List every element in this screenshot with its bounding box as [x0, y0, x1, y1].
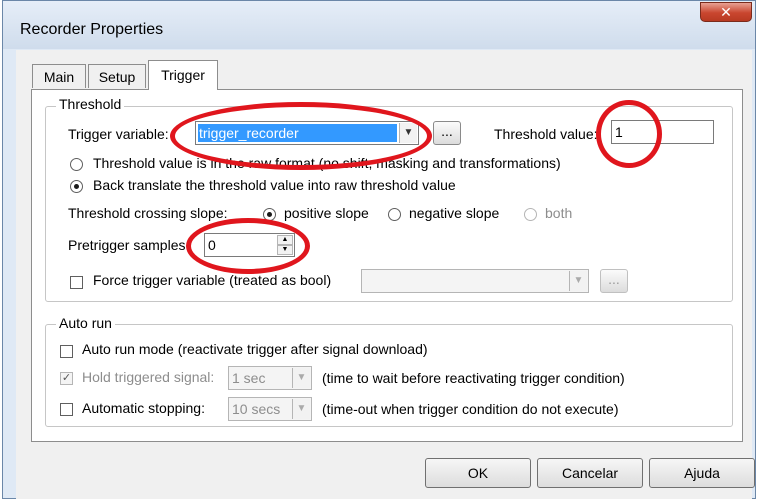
- trigger-variable-dropdown[interactable]: trigger_recorder ▼: [195, 121, 419, 145]
- tab-trigger[interactable]: Trigger: [148, 60, 218, 90]
- pretrigger-value: 0: [208, 237, 216, 253]
- both-slope-label: both: [545, 205, 573, 221]
- auto-stop-dropdown[interactable]: 10 secs ▼: [228, 397, 312, 421]
- radio-raw-format-label: Threshold value is in the raw format (no…: [93, 155, 561, 171]
- auto-run-mode-checkbox[interactable]: [60, 345, 73, 358]
- tab-trigger-label: Trigger: [161, 67, 205, 83]
- force-trigger-label: Force trigger variable (treated as bool): [93, 272, 332, 288]
- window-title: Recorder Properties: [20, 21, 164, 38]
- force-trigger-browse-button[interactable]: ...: [600, 269, 628, 293]
- radio-back-translate[interactable]: [70, 180, 83, 193]
- chevron-down-icon[interactable]: ▼: [569, 271, 587, 291]
- help-button[interactable]: Ajuda: [649, 458, 755, 488]
- threshold-value-text: 1: [615, 124, 623, 140]
- tab-setup[interactable]: Setup: [88, 64, 146, 88]
- stepper-up-icon[interactable]: ▲: [277, 235, 293, 245]
- hold-signal-value: 1 sec: [232, 370, 266, 386]
- radio-negative-slope[interactable]: [388, 208, 401, 221]
- stepper-down-icon[interactable]: ▼: [277, 245, 293, 255]
- ok-button[interactable]: OK: [425, 458, 531, 488]
- negative-slope-label: negative slope: [409, 205, 500, 221]
- auto-stop-checkbox[interactable]: [60, 403, 73, 416]
- close-button[interactable]: ✕: [700, 2, 752, 22]
- positive-slope-label: positive slope: [284, 205, 369, 221]
- hold-signal-dropdown[interactable]: 1 sec ▼: [228, 366, 312, 390]
- slope-label: Threshold crossing slope:: [68, 205, 228, 221]
- threshold-value-input[interactable]: 1: [611, 120, 714, 144]
- cancel-button-label: Cancelar: [561, 465, 619, 481]
- chevron-down-icon[interactable]: ▼: [292, 399, 310, 419]
- tab-setup-label: Setup: [98, 69, 136, 85]
- chevron-down-icon[interactable]: ▼: [292, 368, 310, 388]
- threshold-group-label: Threshold: [56, 96, 125, 112]
- threshold-value-label: Threshold value:: [494, 126, 598, 142]
- hold-signal-label: Hold triggered signal:: [82, 369, 215, 385]
- chevron-down-icon[interactable]: ▼: [399, 123, 417, 143]
- auto-run-mode-label: Auto run mode (reactivate trigger after …: [82, 341, 428, 357]
- radio-both-slope[interactable]: [524, 208, 537, 221]
- browse-button-label: ...: [441, 123, 453, 139]
- pretrigger-label: Pretrigger samples:: [68, 237, 190, 253]
- trigger-variable-label: Trigger variable:: [68, 126, 169, 142]
- cancel-button[interactable]: Cancelar: [537, 458, 643, 488]
- force-trigger-checkbox[interactable]: [70, 276, 83, 289]
- auto-stop-hint: (time-out when trigger condition do not …: [322, 401, 619, 417]
- tab-main[interactable]: Main: [32, 64, 86, 88]
- auto-stop-label: Automatic stopping:: [82, 400, 205, 416]
- help-button-label: Ajuda: [684, 465, 720, 481]
- force-trigger-dropdown[interactable]: ▼: [361, 269, 589, 293]
- radio-back-translate-label: Back translate the threshold value into …: [93, 177, 456, 193]
- auto-run-group-label: Auto run: [56, 315, 115, 331]
- trigger-variable-browse-button[interactable]: ...: [433, 121, 461, 145]
- trigger-variable-value: trigger_recorder: [199, 125, 299, 141]
- auto-stop-value: 10 secs: [232, 401, 281, 417]
- tab-main-label: Main: [43, 69, 75, 85]
- close-icon: ✕: [720, 4, 732, 20]
- ok-button-label: OK: [467, 465, 489, 481]
- radio-raw-format[interactable]: [70, 158, 83, 171]
- radio-positive-slope[interactable]: [263, 208, 276, 221]
- stepper-buttons[interactable]: ▲ ▼: [277, 235, 293, 255]
- pretrigger-samples-stepper[interactable]: 0 ▲ ▼: [204, 233, 295, 257]
- hold-signal-checkbox[interactable]: ✓: [60, 372, 73, 385]
- hold-signal-hint: (time to wait before reactivating trigge…: [322, 370, 625, 386]
- browse-button-label: ...: [608, 271, 620, 287]
